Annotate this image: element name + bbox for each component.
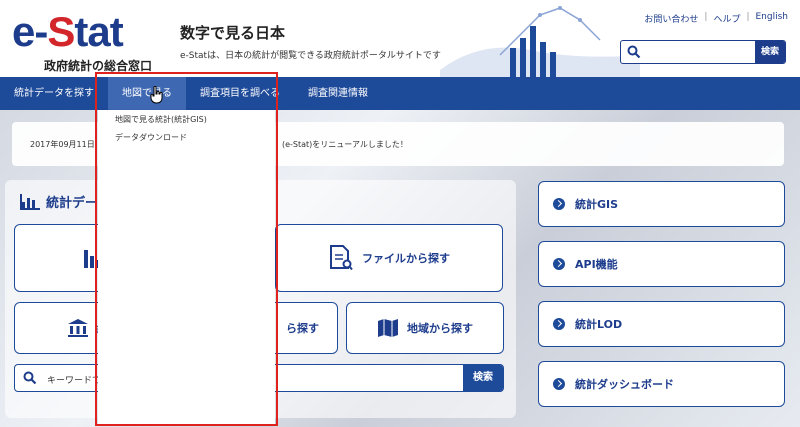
- card-region-search[interactable]: 地域から探す: [346, 302, 504, 354]
- side-link-dashboard[interactable]: 統計ダッシュボード: [538, 361, 785, 407]
- keyword-search-button[interactable]: 検索: [463, 365, 503, 391]
- chevron-right-icon: [553, 318, 565, 330]
- chevron-right-icon: [553, 198, 565, 210]
- highlight-box: [95, 72, 278, 426]
- panel-title: 統計デー: [20, 192, 98, 211]
- header-search-button[interactable]: 検索: [755, 41, 785, 63]
- side-link-api[interactable]: API機能: [538, 241, 785, 287]
- site-title: 数字で見る日本: [180, 24, 286, 42]
- bar-chart-icon: [20, 193, 40, 210]
- nav-survey-info[interactable]: 調査関連情報: [294, 77, 382, 110]
- file-search-icon: [330, 245, 353, 271]
- header-search-input[interactable]: 検索: [620, 40, 786, 64]
- contact-link[interactable]: お問い合わせ: [644, 12, 698, 25]
- chevron-right-icon: [553, 258, 565, 270]
- card-file-search[interactable]: ファイルから探す: [275, 224, 503, 292]
- nav-find-data[interactable]: 統計データを探す: [0, 77, 108, 110]
- search-icon: [627, 45, 641, 59]
- search-icon: [23, 371, 37, 385]
- hand-cursor-icon: [150, 86, 163, 104]
- site-description: e-Statは、日本の統計が閲覧できる政府統計ポータルサイトです: [180, 51, 441, 61]
- skyline-graphic-icon: [440, 6, 640, 77]
- keyword-placeholder: キーワードで: [47, 376, 102, 386]
- building-icon: [68, 319, 88, 337]
- english-link[interactable]: English: [756, 12, 789, 25]
- site-header: e-Stat 政府統計の総合窓口 数字で見る日本 e-Statは、日本の統計が閲…: [0, 0, 800, 77]
- top-links: お問い合わせ | ヘルプ | English: [644, 12, 788, 25]
- news-date: 2017年09月11日: [30, 140, 95, 149]
- side-link-lod[interactable]: 統計LOD: [538, 301, 785, 347]
- chevron-right-icon: [553, 378, 565, 390]
- estat-logo[interactable]: e-Stat: [12, 10, 124, 54]
- side-link-gis[interactable]: 統計GIS: [538, 181, 785, 227]
- news-text[interactable]: (e-Stat)をリニューアルしました！: [282, 139, 408, 150]
- help-link[interactable]: ヘルプ: [713, 12, 740, 25]
- map-icon: [378, 319, 398, 337]
